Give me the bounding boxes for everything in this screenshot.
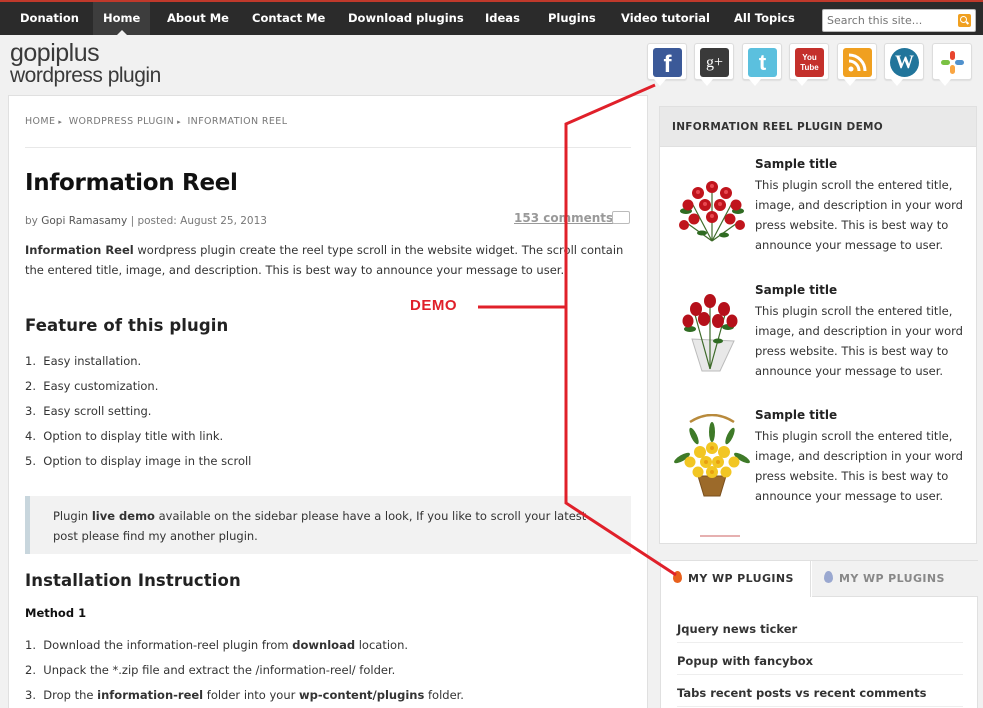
breadcrumb-wordpress-plugin[interactable]: WORDPRESS PLUGIN: [69, 116, 174, 127]
reel-item-title[interactable]: Sample title: [755, 283, 837, 297]
reel-item: Sample title This plugin scroll the ente…: [672, 283, 972, 393]
page-title: Information Reel: [25, 170, 238, 196]
meta-posted: | posted: August 25, 2013: [130, 215, 267, 227]
social-google-plus[interactable]: g+: [694, 43, 734, 86]
nav-download-plugins[interactable]: Download plugins: [348, 2, 464, 35]
reel-item-title[interactable]: Sample title: [755, 408, 837, 422]
logo-line2: wordpress plugin: [10, 64, 161, 87]
intro-bold: Information Reel: [25, 243, 134, 257]
nav-video-tutorial[interactable]: Video tutorial: [621, 2, 710, 35]
joomla-icon: [938, 48, 967, 77]
nav-about-me[interactable]: About Me: [167, 2, 229, 35]
post-meta: by Gopi Ramasamy | posted: August 25, 20…: [25, 215, 267, 227]
twitter-icon: t: [748, 48, 777, 77]
social-facebook[interactable]: f: [647, 43, 687, 86]
reel-item: Sample title This plugin scroll the ente…: [672, 408, 972, 518]
nav-contact-me[interactable]: Contact Me: [252, 2, 325, 35]
list-item: 3. Drop the information-reel folder into…: [25, 688, 464, 702]
flower-basket-image: [672, 413, 752, 500]
social-joomla[interactable]: [932, 43, 972, 86]
chevron-right-icon: ▸: [177, 118, 182, 126]
wordpress-icon: W: [890, 48, 919, 77]
breadcrumb-home[interactable]: HOME: [25, 116, 55, 127]
top-navigation: Donation Home About Me Contact Me Downlo…: [0, 0, 983, 35]
list-item[interactable]: Popup with fancybox: [677, 649, 963, 675]
note-box: Plugin live demo available on the sideba…: [25, 496, 631, 554]
flame-icon: [824, 571, 833, 583]
install-steps: 1. Download the information-reel plugin …: [25, 636, 464, 708]
method-heading: Method 1: [25, 606, 87, 620]
divider: [25, 147, 631, 148]
breadcrumb-current: INFORMATION REEL: [187, 116, 288, 127]
widget-title: INFORMATION REEL PLUGIN DEMO: [672, 121, 884, 133]
comments-link[interactable]: 153 comments: [514, 211, 613, 225]
social-wordpress[interactable]: W: [884, 43, 924, 86]
social-youtube[interactable]: You Tube: [789, 43, 829, 86]
intro-paragraph: Information Reel wordpress plugin create…: [25, 240, 625, 280]
feature-list: 1. Easy installation. 2. Easy customizat…: [25, 352, 251, 477]
list-item: 3. Easy scroll setting.: [25, 404, 152, 418]
rss-icon: [843, 48, 872, 77]
google-plus-icon: g+: [700, 48, 729, 77]
reel-item-desc: This plugin scroll the entered title, im…: [755, 429, 963, 503]
nav-ideas[interactable]: Ideas: [485, 2, 520, 35]
list-item[interactable]: Tabs recent posts vs recent comments: [677, 681, 963, 707]
breadcrumb: HOME ▸ WORDPRESS PLUGIN ▸ INFORMATION REEL: [25, 116, 287, 127]
search-box: [822, 9, 976, 32]
nav-all-topics[interactable]: All Topics: [734, 2, 796, 35]
list-item: 2. Easy customization.: [25, 379, 159, 393]
reel-item-title[interactable]: Sample title: [755, 157, 837, 171]
list-item: 1. Easy installation.: [25, 354, 142, 368]
chevron-right-icon: ▸: [58, 118, 63, 126]
list-item: 5. Option to display image in the scroll: [25, 454, 252, 468]
logo-line1: gopiplus: [10, 39, 100, 67]
facebook-icon: f: [653, 48, 682, 78]
flame-icon: [673, 571, 682, 583]
search-icon[interactable]: [958, 14, 971, 27]
list-item: 4. Option to display title with link.: [25, 429, 224, 443]
list-item[interactable]: Jquery news ticker: [677, 617, 963, 643]
search-input[interactable]: [827, 12, 955, 29]
install-heading: Installation Instruction: [25, 571, 241, 590]
reel-item-desc: This plugin scroll the entered title, im…: [755, 178, 963, 252]
tab-my-wp-plugins-inactive[interactable]: MY WP PLUGINS: [812, 561, 978, 597]
main-content: HOME ▸ WORDPRESS PLUGIN ▸ INFORMATION REEL…: [8, 95, 648, 708]
reel-item: Sample title This plugin scroll the ente…: [672, 157, 972, 267]
site-logo[interactable]: gopiplus wordpress plugin: [10, 40, 161, 86]
widget-header: INFORMATION REEL PLUGIN DEMO: [660, 107, 976, 147]
nav-home[interactable]: Home: [93, 2, 151, 35]
social-twitter[interactable]: t: [742, 43, 782, 86]
reel-next-item-peek: [700, 535, 740, 537]
author-link[interactable]: Gopi Ramasamy: [41, 215, 127, 227]
list-item: 1. Download the information-reel plugin …: [25, 638, 409, 652]
meta-by: by: [25, 215, 38, 227]
nav-donation[interactable]: Donation: [20, 2, 79, 35]
comment-bubble-icon[interactable]: [612, 211, 630, 224]
social-rss[interactable]: [837, 43, 877, 86]
note-text: Plugin live demo available on the sideba…: [53, 509, 587, 543]
demo-annotation-label: DEMO: [410, 297, 457, 314]
list-item: 2. Unpack the *.zip file and extract the…: [25, 663, 396, 677]
rose-bouquet-image: [672, 163, 752, 249]
information-reel-widget: INFORMATION REEL PLUGIN DEMO Sample titl…: [659, 106, 977, 544]
rose-vase-image: [672, 289, 752, 375]
nav-plugins[interactable]: Plugins: [548, 2, 596, 35]
plugins-tabs-widget: MY WP PLUGINS MY WP PLUGINS Jquery news …: [660, 560, 978, 708]
youtube-icon: You Tube: [795, 48, 824, 77]
feature-heading: Feature of this plugin: [25, 316, 229, 335]
reel-item-desc: This plugin scroll the entered title, im…: [755, 304, 963, 378]
tab-my-wp-plugins-active[interactable]: MY WP PLUGINS: [661, 561, 811, 597]
